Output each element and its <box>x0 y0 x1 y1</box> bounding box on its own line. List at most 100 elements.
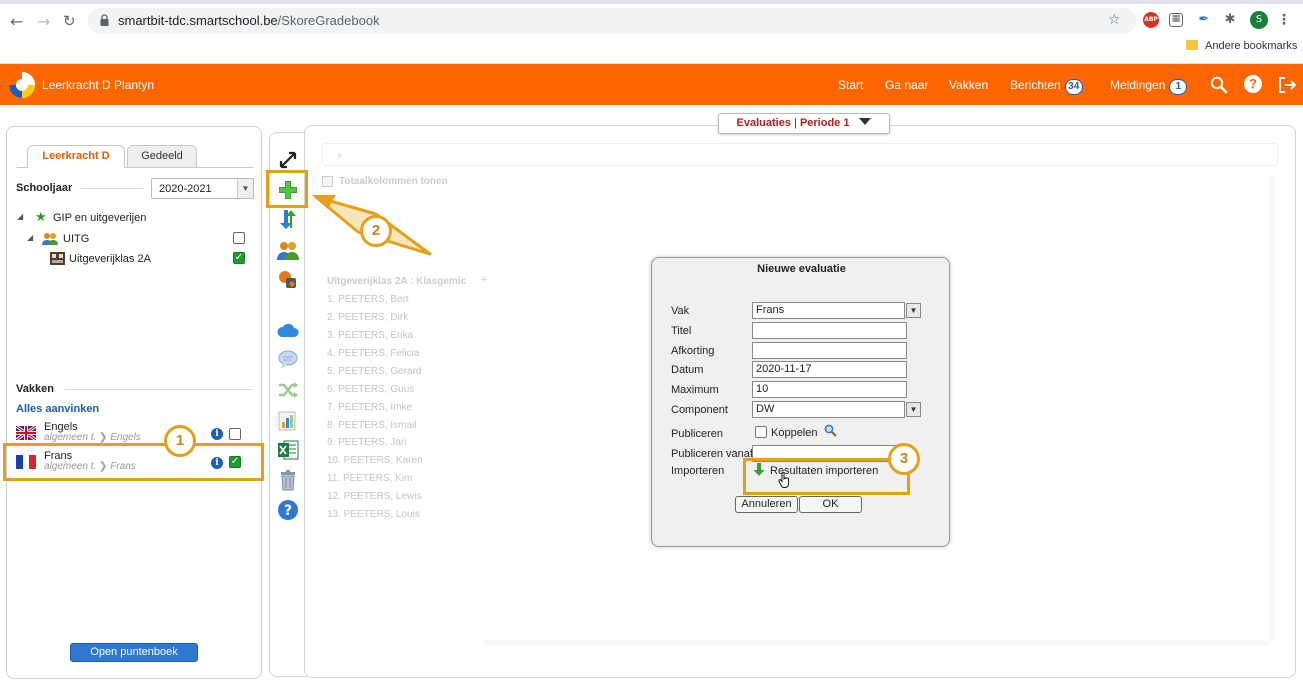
logout-icon[interactable] <box>1277 75 1297 95</box>
tree-collapse-icon[interactable]: ◢ <box>27 233 33 242</box>
tab-leerkracht-d[interactable]: Leerkracht D <box>27 145 125 168</box>
open-puntenboek-button[interactable]: Open puntenboek <box>70 643 198 662</box>
feather-extension-icon[interactable]: ✒ <box>1196 12 1212 28</box>
koppelen-label[interactable]: Koppelen <box>771 427 818 439</box>
sort-icon[interactable] <box>277 208 299 230</box>
app-header: Leerkracht D Plantyn Start Ga naar Vakke… <box>0 64 1303 105</box>
importeren-label: Importeren <box>671 465 725 477</box>
schooljaar-select[interactable]: 2020-2021 ▼ <box>151 178 254 199</box>
cloud-icon[interactable] <box>277 319 299 341</box>
horizontal-scrollbar[interactable] <box>484 640 1270 646</box>
uitgeverijklas-checkbox[interactable]: ✓ <box>233 252 245 264</box>
student-row[interactable]: 11. PEETERS, Kim <box>327 473 412 484</box>
help-icon[interactable]: ? <box>1244 75 1262 93</box>
info-icon[interactable]: i <box>211 428 223 440</box>
tree-item-gip[interactable]: GIP en uitgeverijen <box>53 212 146 224</box>
student-row[interactable]: 4. PEETERS, Felicia <box>327 348 419 359</box>
reload-icon[interactable]: ↻ <box>63 12 76 30</box>
users-icon[interactable] <box>277 239 299 261</box>
trash-icon[interactable] <box>277 469 299 491</box>
evaluaties-periode-dropdown[interactable]: Evaluaties | Periode 1 <box>718 113 890 134</box>
nav-vakken[interactable]: Vakken <box>949 78 988 92</box>
callout-3: 3 <box>888 443 920 475</box>
tree-item-uitgeverijklas[interactable]: Uitgeverijklas 2A <box>69 253 151 265</box>
student-row[interactable]: 1. PEETERS, Bert <box>327 294 409 305</box>
afkorting-input[interactable] <box>752 342 907 359</box>
back-icon[interactable]: ← <box>10 12 23 31</box>
vak-engels-path-sub: Engels <box>110 432 141 443</box>
help-icon[interactable]: ? <box>277 499 299 521</box>
tab-gedeeld[interactable]: Gedeeld <box>127 145 197 167</box>
nav-berichten[interactable]: Berichten 34 <box>1010 78 1083 95</box>
alles-aanvinken-link[interactable]: Alles aanvinken <box>16 403 99 415</box>
student-row[interactable]: 12. PEETERS, Lewis <box>327 491 421 502</box>
student-row[interactable]: 2. PEETERS, Dirk <box>327 312 408 323</box>
divider <box>81 188 143 189</box>
student-row[interactable]: 3. PEETERS, Erika <box>327 330 413 341</box>
address-bar[interactable]: smartbit-tdc.smartschool.be/SkoreGradebo… <box>88 8 1136 34</box>
schooljaar-label: Schooljaar <box>16 182 73 194</box>
student-row[interactable]: 9. PEETERS, Jari <box>327 437 406 448</box>
tree-item-uitg[interactable]: UITG <box>63 233 89 245</box>
forward-icon[interactable]: → <box>37 12 50 31</box>
vak-select[interactable]: Frans <box>752 302 905 319</box>
nav-ga-naar[interactable]: Ga naar <box>885 78 928 92</box>
uitg-checkbox[interactable] <box>233 232 245 244</box>
koppelen-checkbox[interactable] <box>755 426 767 438</box>
excel-icon[interactable] <box>277 439 299 461</box>
student-row[interactable]: 7. PEETERS, Imke <box>327 402 412 413</box>
chevron-down-icon[interactable]: ▼ <box>906 402 921 417</box>
tags-icon[interactable] <box>277 269 299 291</box>
student-row[interactable]: 13. PEETERS, Louis <box>327 509 420 520</box>
expand-icon[interactable] <box>277 149 299 171</box>
uk-flag-icon <box>16 426 36 440</box>
chevron-right-icon: ❯ <box>99 432 108 443</box>
comment-icon[interactable] <box>277 349 299 371</box>
magnifier-icon[interactable] <box>824 424 837 437</box>
profile-avatar[interactable]: S <box>1250 11 1268 29</box>
callout-1: 1 <box>164 425 196 457</box>
tree-collapse-icon[interactable]: ◢ <box>17 212 23 221</box>
maximum-input[interactable]: 10 <box>752 381 907 398</box>
adblock-icon[interactable]: ABP <box>1143 12 1159 28</box>
highlight-importeren <box>743 458 910 495</box>
ok-button[interactable]: OK <box>799 496 862 513</box>
nav-meldingen[interactable]: Meldingen 1 <box>1110 78 1188 95</box>
tab-strip <box>0 0 1303 4</box>
class-header: Uitgeverijklas 2A : Klasgemic <box>327 276 467 287</box>
puzzle-extension-icon[interactable]: ✱ <box>1222 12 1238 28</box>
annuleren-button[interactable]: Annuleren <box>735 496 798 513</box>
shuffle-icon[interactable] <box>277 379 299 401</box>
titel-input[interactable] <box>752 322 907 339</box>
nav-start[interactable]: Start <box>838 78 863 92</box>
search-icon[interactable] <box>1210 76 1228 94</box>
component-select[interactable]: DW <box>752 401 905 418</box>
app-title: Leerkracht D Plantyn <box>42 78 155 92</box>
datum-input[interactable]: 2020-11-17 <box>752 361 907 378</box>
classroom-icon <box>50 252 65 265</box>
vertical-scrollbar[interactable] <box>1269 175 1275 641</box>
dialog-title: Nieuwe evaluatie <box>757 263 846 275</box>
student-row[interactable]: 8. PEETERS, Ismail <box>327 420 416 431</box>
meldingen-count-badge: 1 <box>1169 79 1188 95</box>
star-icon: ★ <box>35 209 47 224</box>
plus-icon[interactable]: + <box>481 274 487 286</box>
chart-icon[interactable] <box>277 409 299 431</box>
url-host: smartbit-tdc.smartschool.be <box>118 13 278 28</box>
grid-extension-icon[interactable]: ▦ <box>1169 13 1183 27</box>
smartschool-logo[interactable] <box>9 72 35 98</box>
dropdown-separator: | <box>794 117 797 129</box>
nieuwe-evaluatie-dialog: Nieuwe evaluatie Vak Frans ▼ Titel Afkor… <box>651 257 950 547</box>
student-row[interactable]: 5. PEETERS, Gerard <box>327 366 421 377</box>
menu-dots-icon[interactable]: ⋮ <box>1276 12 1292 28</box>
lock-icon <box>100 14 109 26</box>
url-text: smartbit-tdc.smartschool.be/SkoreGradebo… <box>118 13 380 28</box>
student-row[interactable]: 6. PEETERS, Guus <box>327 384 414 395</box>
chevron-down-icon[interactable]: ▼ <box>906 303 921 318</box>
student-row[interactable]: 10. PEETERS, Karen <box>327 455 423 466</box>
star-icon[interactable]: ☆ <box>1108 12 1121 28</box>
other-bookmarks[interactable]: Andere bookmarks <box>1186 40 1297 52</box>
filter-bar[interactable]: ♭ <box>322 143 1278 166</box>
vak-engels-checkbox[interactable] <box>229 428 241 440</box>
vakken-label: Vakken <box>16 383 54 395</box>
